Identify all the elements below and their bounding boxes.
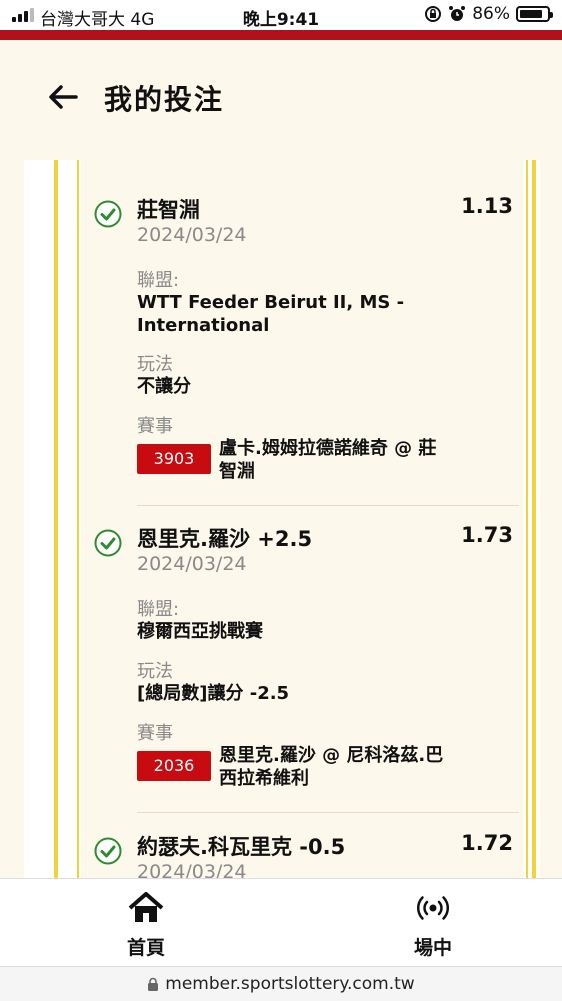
bet-date: 2024/03/24: [137, 861, 247, 878]
status-bar: 台灣大哥大 4G 晚上9:41 86%: [0, 0, 562, 30]
arrow-left-icon: [49, 85, 78, 109]
league-value: 穆爾西亞挑戰賽: [137, 621, 263, 642]
inner-rail-left: [77, 160, 79, 878]
check-circle-icon: [94, 837, 122, 865]
event-id-badge: 3903: [137, 444, 211, 474]
bet-item[interactable]: 約瑟夫.科瓦里克 -0.5 1.72 2024/03/24: [91, 831, 519, 878]
broadcast-icon: [416, 896, 450, 920]
nav-live[interactable]: 場中: [373, 891, 493, 960]
lock-icon: [148, 977, 159, 991]
bet-item[interactable]: 恩里克.羅沙 +2.5 1.73 2024/03/24 聯盟: 穆爾西亞挑戰賽 …: [91, 523, 519, 823]
bet-selection: 約瑟夫.科瓦里克 -0.5: [137, 835, 346, 859]
battery-percent: 86%: [472, 4, 510, 24]
nav-home[interactable]: 首頁: [86, 891, 206, 960]
bet-date: 2024/03/24: [137, 224, 247, 246]
event-id-badge: 2036: [137, 751, 211, 781]
league-value: WTT Feeder Beirut II, MS - International: [137, 292, 405, 336]
league-label: 聯盟:: [137, 270, 180, 291]
bet-card: 莊智淵 1.13 2024/03/24 聯盟: WTT Feeder Beiru…: [81, 160, 524, 878]
check-circle-icon: [94, 200, 122, 228]
bet-date: 2024/03/24: [137, 553, 247, 575]
bottom-nav: 首頁 場中: [0, 878, 562, 967]
play-value: [總局數]讓分 -2.5: [137, 683, 290, 704]
check-circle-icon: [94, 529, 122, 557]
divider: [137, 812, 519, 813]
rail-left: [54, 160, 58, 878]
event-value: 盧卡.姆姆拉德諾維奇 @ 莊智淵: [219, 438, 437, 482]
bet-selection: 恩里克.羅沙 +2.5: [137, 527, 313, 551]
back-button[interactable]: [46, 80, 80, 120]
list-frame: 莊智淵 1.13 2024/03/24 聯盟: WTT Feeder Beiru…: [24, 160, 540, 878]
bet-list[interactable]: 莊智淵 1.13 2024/03/24 聯盟: WTT Feeder Beiru…: [0, 160, 562, 878]
brand-bar: [0, 30, 562, 40]
divider: [137, 505, 519, 506]
battery-icon: [516, 6, 553, 22]
inner-rail-right: [526, 160, 528, 878]
play-label: 玩法: [137, 354, 173, 375]
rotation-lock-icon: [425, 6, 442, 22]
bet-odds: 1.73: [461, 523, 513, 547]
event-value: 恩里克.羅沙 @ 尼科洛茲.巴西拉希維利: [219, 745, 444, 789]
page-header: 我的投注: [0, 40, 562, 160]
nav-home-label: 首頁: [126, 937, 165, 959]
league-label: 聯盟:: [137, 599, 180, 620]
home-icon: [128, 892, 164, 922]
nav-live-label: 場中: [413, 937, 452, 959]
address-bar[interactable]: member.sportslottery.com.tw: [0, 966, 562, 1001]
bet-odds: 1.13: [461, 194, 513, 218]
rail-right: [532, 160, 536, 878]
event-label: 賽事: [137, 416, 173, 437]
play-label: 玩法: [137, 661, 173, 682]
bet-selection: 莊智淵: [137, 198, 200, 222]
bet-odds: 1.72: [461, 831, 513, 855]
event-label: 賽事: [137, 723, 173, 744]
url-text: member.sportslottery.com.tw: [165, 974, 415, 994]
alarm-icon: [449, 6, 466, 21]
play-value: 不讓分: [137, 376, 191, 397]
bet-item[interactable]: 莊智淵 1.13 2024/03/24 聯盟: WTT Feeder Beiru…: [91, 194, 519, 506]
page-title: 我的投注: [104, 83, 225, 116]
